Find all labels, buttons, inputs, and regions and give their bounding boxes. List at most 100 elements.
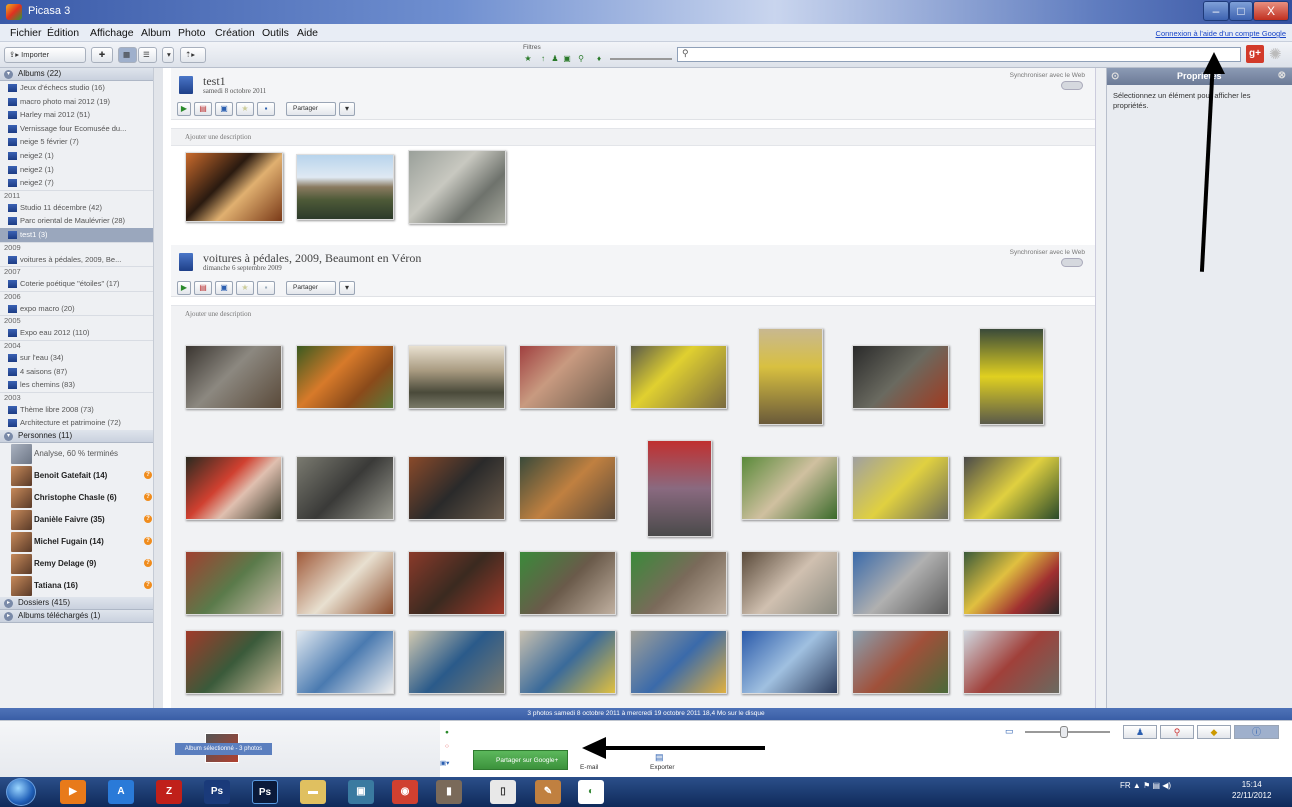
photo-thumbnail[interactable]: [852, 630, 949, 694]
document-icon[interactable]: ▯: [490, 780, 516, 804]
share-button[interactable]: Partager: [286, 102, 336, 116]
email-label[interactable]: E-mail: [580, 764, 598, 771]
sidebar-album-item[interactable]: neige2 (7): [0, 176, 162, 190]
photo-thumbnail[interactable]: [296, 154, 394, 220]
sidebar-album-item[interactable]: neige 5 février (7): [0, 135, 162, 149]
menu-aide[interactable]: Aide: [297, 27, 318, 39]
share-dropdown-button[interactable]: ▾: [339, 281, 355, 295]
sidebar-person-item[interactable]: Benoit Gatefait (14)?: [0, 465, 162, 487]
slideshow-button[interactable]: ▶: [177, 281, 191, 295]
photo-thumbnail[interactable]: [408, 150, 506, 224]
collage-button[interactable]: ▤: [194, 102, 212, 116]
menu-fichier[interactable]: Fichier: [10, 27, 42, 39]
photo-thumbnail[interactable]: [408, 345, 505, 409]
sidebar-album-item[interactable]: Architecture et patrimoine (72): [0, 416, 162, 430]
sidebar-album-item[interactable]: Studio 11 décembre (42): [0, 201, 162, 215]
sidebar-album-item[interactable]: Thème libre 2008 (73): [0, 403, 162, 417]
collapse-icon[interactable]: ▾: [4, 70, 13, 79]
photo-thumbnail[interactable]: [519, 630, 616, 694]
filter-date-slider[interactable]: [610, 58, 672, 60]
expand-icon[interactable]: ▸: [4, 611, 13, 621]
tray-arrow-icon[interactable]: ▲: [1133, 781, 1141, 790]
save-button[interactable]: ▪: [257, 281, 275, 295]
sidebar-person-item[interactable]: Christophe Chasle (6)?: [0, 487, 162, 509]
view-dropdown-button[interactable]: ▾: [162, 47, 174, 63]
photo-thumbnail[interactable]: [519, 345, 616, 409]
sidebar-album-item[interactable]: macro photo mai 2012 (19): [0, 95, 162, 109]
photo-thumbnail[interactable]: [408, 630, 505, 694]
photo-thumbnail[interactable]: [630, 345, 727, 409]
photo-thumbnail[interactable]: [630, 551, 727, 615]
sidebar-album-item[interactable]: Coterie poétique "étoiles" (17): [0, 277, 162, 291]
photo-thumbnail[interactable]: [185, 630, 282, 694]
sidebar-album-item[interactable]: Harley mai 2012 (51): [0, 108, 162, 122]
menu-affichage[interactable]: Affichage: [90, 27, 134, 39]
places-panel-button[interactable]: ⚲: [1160, 725, 1194, 739]
close-button[interactable]: X: [1253, 1, 1289, 21]
albums-header[interactable]: ▾ Albums (22): [0, 68, 162, 81]
gear-icon[interactable]: ⊙: [1111, 69, 1119, 85]
star-button[interactable]: ★: [236, 281, 254, 295]
tags-panel-button[interactable]: ◆: [1197, 725, 1231, 739]
filter-people-icon[interactable]: ♟: [550, 54, 560, 64]
sidebar-album-item[interactable]: voitures à pédales, 2009, Be...: [0, 253, 162, 267]
paint-icon[interactable]: ✎: [535, 780, 561, 804]
view-list-button[interactable]: ☰: [138, 47, 157, 63]
zoom-slider-knob[interactable]: [1060, 726, 1068, 738]
search-input[interactable]: ⚲: [677, 47, 1241, 62]
info-panel-button[interactable]: ⓘ: [1234, 725, 1279, 739]
sidebar-scrollbar[interactable]: [153, 68, 163, 708]
photoshop-icon[interactable]: Ps: [252, 780, 278, 804]
menu-album[interactable]: Album: [141, 27, 171, 39]
sidebar-person-item[interactable]: Tatiana (16)?: [0, 575, 162, 597]
hold-icon[interactable]: ●: [445, 729, 449, 736]
volume-icon[interactable]: ◀): [1162, 781, 1171, 790]
share-dropdown-button[interactable]: ▾: [339, 102, 355, 116]
chrome-icon[interactable]: ◉: [392, 780, 418, 804]
sidebar-album-item[interactable]: Jeux d'échecs studio (16): [0, 81, 162, 95]
photo-thumbnail[interactable]: [519, 551, 616, 615]
photo-thumbnail[interactable]: [519, 456, 616, 520]
sidebar-album-item[interactable]: neige2 (1): [0, 149, 162, 163]
photo-thumbnail[interactable]: [758, 328, 823, 425]
photo-thumbnail[interactable]: [741, 630, 838, 694]
sidebar-album-item[interactable]: Vernissage four Ecomusée du...: [0, 122, 162, 136]
google-account-link[interactable]: Connexion à l'aide d'un compte Google: [1156, 29, 1286, 38]
google-plus-icon[interactable]: g+: [1246, 45, 1264, 63]
add-description[interactable]: Ajouter une description: [185, 310, 251, 318]
picasa-icon[interactable]: ◐: [578, 780, 604, 804]
expand-icon[interactable]: ▸: [4, 598, 13, 608]
photo-thumbnail[interactable]: [979, 328, 1044, 425]
language-indicator[interactable]: FR: [1120, 781, 1131, 790]
sidebar-album-item[interactable]: 4 saisons (87): [0, 365, 162, 379]
photo-thumbnail[interactable]: [408, 456, 505, 520]
menu-creation[interactable]: Création: [215, 27, 255, 39]
clock[interactable]: 15:14 22/11/2012: [1232, 779, 1271, 801]
share-button[interactable]: Partager: [286, 281, 336, 295]
star-button[interactable]: ★: [236, 102, 254, 116]
people-header[interactable]: ▾ Personnes (11): [0, 429, 162, 443]
photo-thumbnail[interactable]: [647, 440, 712, 537]
sidebar-person-item[interactable]: Danièle Faivre (35)?: [0, 509, 162, 531]
share-google-plus-button[interactable]: Partager sur Google+: [473, 750, 568, 770]
export-label[interactable]: Exporter: [650, 764, 675, 771]
sidebar-album-item[interactable]: les chemins (83): [0, 378, 162, 392]
slideshow-button[interactable]: ▶: [177, 102, 191, 116]
photo-thumbnail[interactable]: [185, 152, 283, 222]
menu-photo[interactable]: Photo: [178, 27, 205, 39]
photo-thumbnail[interactable]: [408, 551, 505, 615]
add-to-album-icon[interactable]: ▣▾: [440, 759, 449, 767]
add-description[interactable]: Ajouter une description: [185, 133, 251, 141]
menu-outils[interactable]: Outils: [262, 27, 289, 39]
photo-thumbnail[interactable]: [296, 630, 394, 694]
photo-thumbnail[interactable]: [741, 551, 838, 615]
maximize-button[interactable]: □: [1229, 1, 1253, 21]
save-button[interactable]: ▪: [257, 102, 275, 116]
app-store-icon[interactable]: A: [108, 780, 134, 804]
import-button[interactable]: ⇪▸ Importer: [4, 47, 86, 63]
export-icon[interactable]: ▤: [655, 752, 664, 763]
start-button[interactable]: [6, 778, 36, 806]
close-icon[interactable]: ⊗: [1278, 68, 1286, 84]
library-scrollbar[interactable]: [1095, 68, 1106, 708]
photo-thumbnail[interactable]: [963, 456, 1060, 520]
